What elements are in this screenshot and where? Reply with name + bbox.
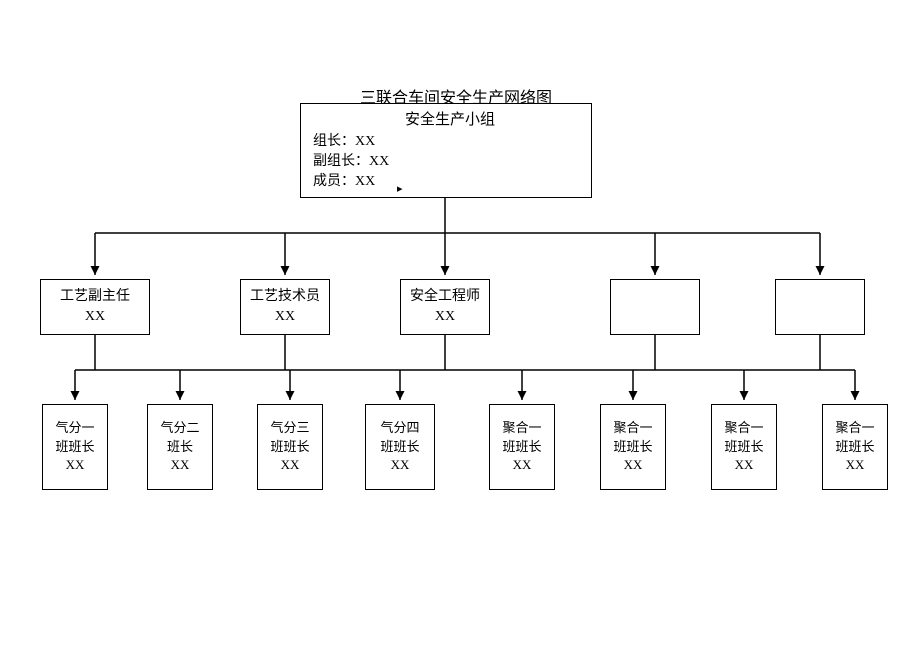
node-bottom-4: 聚合一 班班长 XX xyxy=(489,404,555,490)
node-mid-2: 安全工程师 XX xyxy=(400,279,490,335)
node-mid-3 xyxy=(610,279,700,335)
b6-l2: 班班长 xyxy=(724,438,763,457)
b0-l2: 班班长 xyxy=(55,438,94,457)
b3-nm: XX xyxy=(391,456,410,475)
b1-l2: 班长 xyxy=(167,438,193,457)
top-box-line-0: 组长：XX xyxy=(313,130,375,150)
b4-l2: 班班长 xyxy=(502,438,541,457)
node-mid-0: 工艺副主任 XX xyxy=(40,279,150,335)
b4-nm: XX xyxy=(513,456,532,475)
mid-0-name: XX xyxy=(85,307,105,327)
b5-l2: 班班长 xyxy=(613,438,652,457)
mid-1-role: 工艺技术员 xyxy=(250,287,320,307)
mid-2-name: XX xyxy=(435,307,455,327)
b2-l2: 班班长 xyxy=(270,438,309,457)
node-bottom-7: 聚合一 班班长 XX xyxy=(822,404,888,490)
b7-nm: XX xyxy=(846,456,865,475)
node-mid-1: 工艺技术员 XX xyxy=(240,279,330,335)
typing-caret-icon: ▸ xyxy=(397,182,403,195)
node-bottom-5: 聚合一 班班长 XX xyxy=(600,404,666,490)
node-bottom-2: 气分三 班班长 XX xyxy=(257,404,323,490)
node-bottom-6: 聚合一 班班长 XX xyxy=(711,404,777,490)
b5-nm: XX xyxy=(624,456,643,475)
b5-l1: 聚合一 xyxy=(613,419,652,438)
b0-l1: 气分一 xyxy=(55,419,94,438)
b3-l2: 班班长 xyxy=(380,438,419,457)
node-bottom-3: 气分四 班班长 XX xyxy=(365,404,435,490)
top-box-line-1: 副组长：XX xyxy=(313,150,389,170)
b6-l1: 聚合一 xyxy=(724,419,763,438)
b7-l1: 聚合一 xyxy=(835,419,874,438)
b7-l2: 班班长 xyxy=(835,438,874,457)
mid-0-role: 工艺副主任 xyxy=(60,287,130,307)
b3-l1: 气分四 xyxy=(380,419,419,438)
top-box-title: 安全生产小组 xyxy=(405,108,495,129)
mid-2-role: 安全工程师 xyxy=(410,287,480,307)
b4-l1: 聚合一 xyxy=(502,419,541,438)
b2-nm: XX xyxy=(281,456,300,475)
b2-l1: 气分三 xyxy=(270,419,309,438)
top-box-line-2: 成员：XX xyxy=(313,170,375,190)
b1-nm: XX xyxy=(171,456,190,475)
node-bottom-1: 气分二 班长 XX xyxy=(147,404,213,490)
node-top-group: 安全生产小组 组长：XX 副组长：XX 成员：XX ▸ xyxy=(300,103,592,198)
node-mid-4 xyxy=(775,279,865,335)
b1-l1: 气分二 xyxy=(160,419,199,438)
b0-nm: XX xyxy=(66,456,85,475)
b6-nm: XX xyxy=(735,456,754,475)
mid-1-name: XX xyxy=(275,307,295,327)
node-bottom-0: 气分一 班班长 XX xyxy=(42,404,108,490)
